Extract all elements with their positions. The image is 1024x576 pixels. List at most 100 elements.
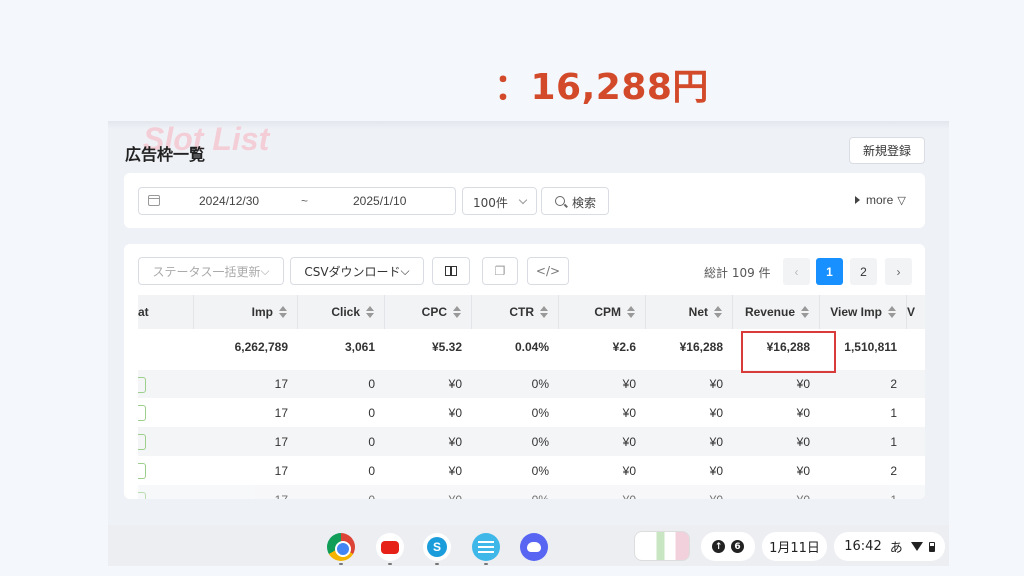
skype-letter: S xyxy=(427,537,447,557)
sort-icon[interactable] xyxy=(627,306,635,318)
cell-view-imp: 1 xyxy=(890,405,897,420)
row-status-toggle[interactable] xyxy=(138,434,146,450)
column-header-view-imp[interactable]: View Imp xyxy=(820,295,907,329)
cell-cpm: ¥0 xyxy=(622,377,636,391)
cell-imp: 17 xyxy=(274,405,288,420)
page-title: 広告枠一覧 xyxy=(125,145,206,164)
calendar-icon xyxy=(148,195,160,206)
summary-cpc: ¥5.32 xyxy=(431,340,462,354)
column-header-cpm[interactable]: CPM xyxy=(559,295,646,329)
column-settings-button[interactable] xyxy=(432,257,470,285)
table-row[interactable]: 17 0 ¥0 0% ¥0 ¥0 ¥0 1 xyxy=(138,427,925,456)
cell-revenue: ¥0 xyxy=(733,485,820,500)
date-separator: ~ xyxy=(301,194,309,208)
sort-icon[interactable] xyxy=(801,306,809,318)
cell-click: 0 xyxy=(368,377,375,391)
date-start[interactable]: 2024/12/30 xyxy=(199,194,259,208)
cell-imp: 17 xyxy=(274,463,288,478)
cell-revenue: ¥0 xyxy=(796,463,810,478)
search-button[interactable]: 検索 xyxy=(541,187,609,215)
bulk-status-update-button[interactable]: ステータス一括更新 ⌵ xyxy=(138,257,284,285)
chevron-down-icon xyxy=(518,195,528,205)
column-header-click[interactable]: Click xyxy=(298,295,385,329)
youtube-icon[interactable] xyxy=(376,533,404,561)
sort-icon[interactable] xyxy=(279,306,287,318)
battery-icon xyxy=(928,541,935,552)
clock: 16:42 xyxy=(844,539,882,554)
table-header: at Imp Click CPC CTR CPM Net Revenue Vie… xyxy=(138,295,925,329)
caret-right-icon xyxy=(855,196,860,204)
revenue-highlight-box xyxy=(741,331,836,373)
window-preview-thumbnail[interactable] xyxy=(634,531,690,561)
pagination-page-2[interactable]: 2 xyxy=(850,258,877,285)
more-filters-toggle[interactable]: more ▽ xyxy=(855,193,906,207)
sort-icon[interactable] xyxy=(366,306,374,318)
cell-click: 0 xyxy=(368,434,375,449)
cell-ctr: 0% xyxy=(472,485,559,500)
discord-icon[interactable] xyxy=(520,533,548,561)
cell-ctr: 0% xyxy=(531,405,549,420)
row-status-toggle[interactable] xyxy=(138,492,146,499)
table-row[interactable]: 17 0 ¥0 0% ¥0 ¥0 ¥0 2 xyxy=(138,456,925,485)
notes-icon[interactable] xyxy=(472,533,500,561)
chrome-icon[interactable] xyxy=(327,533,355,561)
table-row[interactable]: 17 0 ¥0 0% ¥0 ¥0 ¥0 1 xyxy=(138,398,925,427)
per-page-select[interactable]: 100件 xyxy=(462,187,537,215)
more-label: more xyxy=(866,193,894,207)
date-display[interactable]: 1月11日 xyxy=(762,532,827,561)
csv-download-button[interactable]: CSVダウンロード ⌵ xyxy=(290,257,424,285)
running-indicator xyxy=(339,563,343,565)
date-end[interactable]: 2025/1/10 xyxy=(353,194,406,208)
copy-button[interactable]: ❐ xyxy=(482,257,518,285)
copy-icon: ❐ xyxy=(494,264,506,278)
cell-revenue: ¥0 xyxy=(796,434,810,449)
summary-net: ¥16,288 xyxy=(679,340,723,354)
cell-cpm: ¥0 xyxy=(622,434,636,449)
bulk-status-label: ステータス一括更新 xyxy=(152,264,261,279)
cell-cpc: ¥0 xyxy=(385,485,472,500)
column-header-v[interactable]: V xyxy=(907,295,925,329)
summary-ctr: 0.04% xyxy=(514,340,549,354)
skype-icon[interactable]: S xyxy=(423,533,451,561)
column-header-revenue[interactable]: Revenue xyxy=(733,295,820,329)
notification-count: 6 xyxy=(731,540,744,553)
cell-click: 0 xyxy=(298,485,385,500)
column-header-imp[interactable]: Imp xyxy=(194,295,298,329)
row-status-toggle[interactable] xyxy=(138,463,146,479)
csv-download-label: CSVダウンロード xyxy=(304,264,401,279)
sort-icon[interactable] xyxy=(714,306,722,318)
embed-code-button[interactable]: </> xyxy=(527,257,569,285)
cell-imp: 17 xyxy=(274,434,288,449)
system-tray[interactable]: 16:42 あ xyxy=(834,532,945,561)
row-status-toggle[interactable] xyxy=(138,377,146,393)
column-header-ctr[interactable]: CTR xyxy=(472,295,559,329)
column-header-at[interactable]: at xyxy=(138,295,194,329)
cell-revenue: ¥0 xyxy=(796,377,810,391)
date-range-picker[interactable]: 2024/12/30 ~ 2025/1/10 xyxy=(138,187,456,215)
summary-cpm: ¥2.6 xyxy=(612,340,636,354)
cell-net: ¥0 xyxy=(646,485,733,500)
upload-icon: ↑ xyxy=(712,540,725,553)
new-register-button[interactable]: 新規登録 xyxy=(849,137,925,164)
column-header-cpc[interactable]: CPC xyxy=(385,295,472,329)
taskbar: S ↑ 6 1月11日 16:42 あ xyxy=(108,525,949,566)
column-header-net[interactable]: Net xyxy=(646,295,733,329)
cell-view-imp: 1 xyxy=(890,434,897,449)
ime-indicator: あ xyxy=(889,541,903,556)
sort-icon[interactable] xyxy=(453,306,461,318)
pagination-prev[interactable]: ‹ xyxy=(783,258,810,285)
sort-icon[interactable] xyxy=(540,306,548,318)
cell-cpc: ¥0 xyxy=(448,405,462,420)
total-count: 総計 109 件 xyxy=(704,266,771,280)
notification-tray[interactable]: ↑ 6 xyxy=(701,532,755,561)
search-label: 検索 xyxy=(572,196,597,210)
pagination-next[interactable]: › xyxy=(885,258,912,285)
pagination-page-1[interactable]: 1 xyxy=(816,258,843,285)
table-row[interactable]: 17 0 ¥0 0% ¥0 ¥0 ¥0 1 xyxy=(138,485,925,499)
cell-cpc: ¥0 xyxy=(448,463,462,478)
running-indicator xyxy=(388,563,392,565)
cell-click: 0 xyxy=(368,405,375,420)
sort-icon[interactable] xyxy=(888,306,896,318)
table-row[interactable]: 17 0 ¥0 0% ¥0 ¥0 ¥0 2 xyxy=(138,370,925,398)
row-status-toggle[interactable] xyxy=(138,405,146,421)
